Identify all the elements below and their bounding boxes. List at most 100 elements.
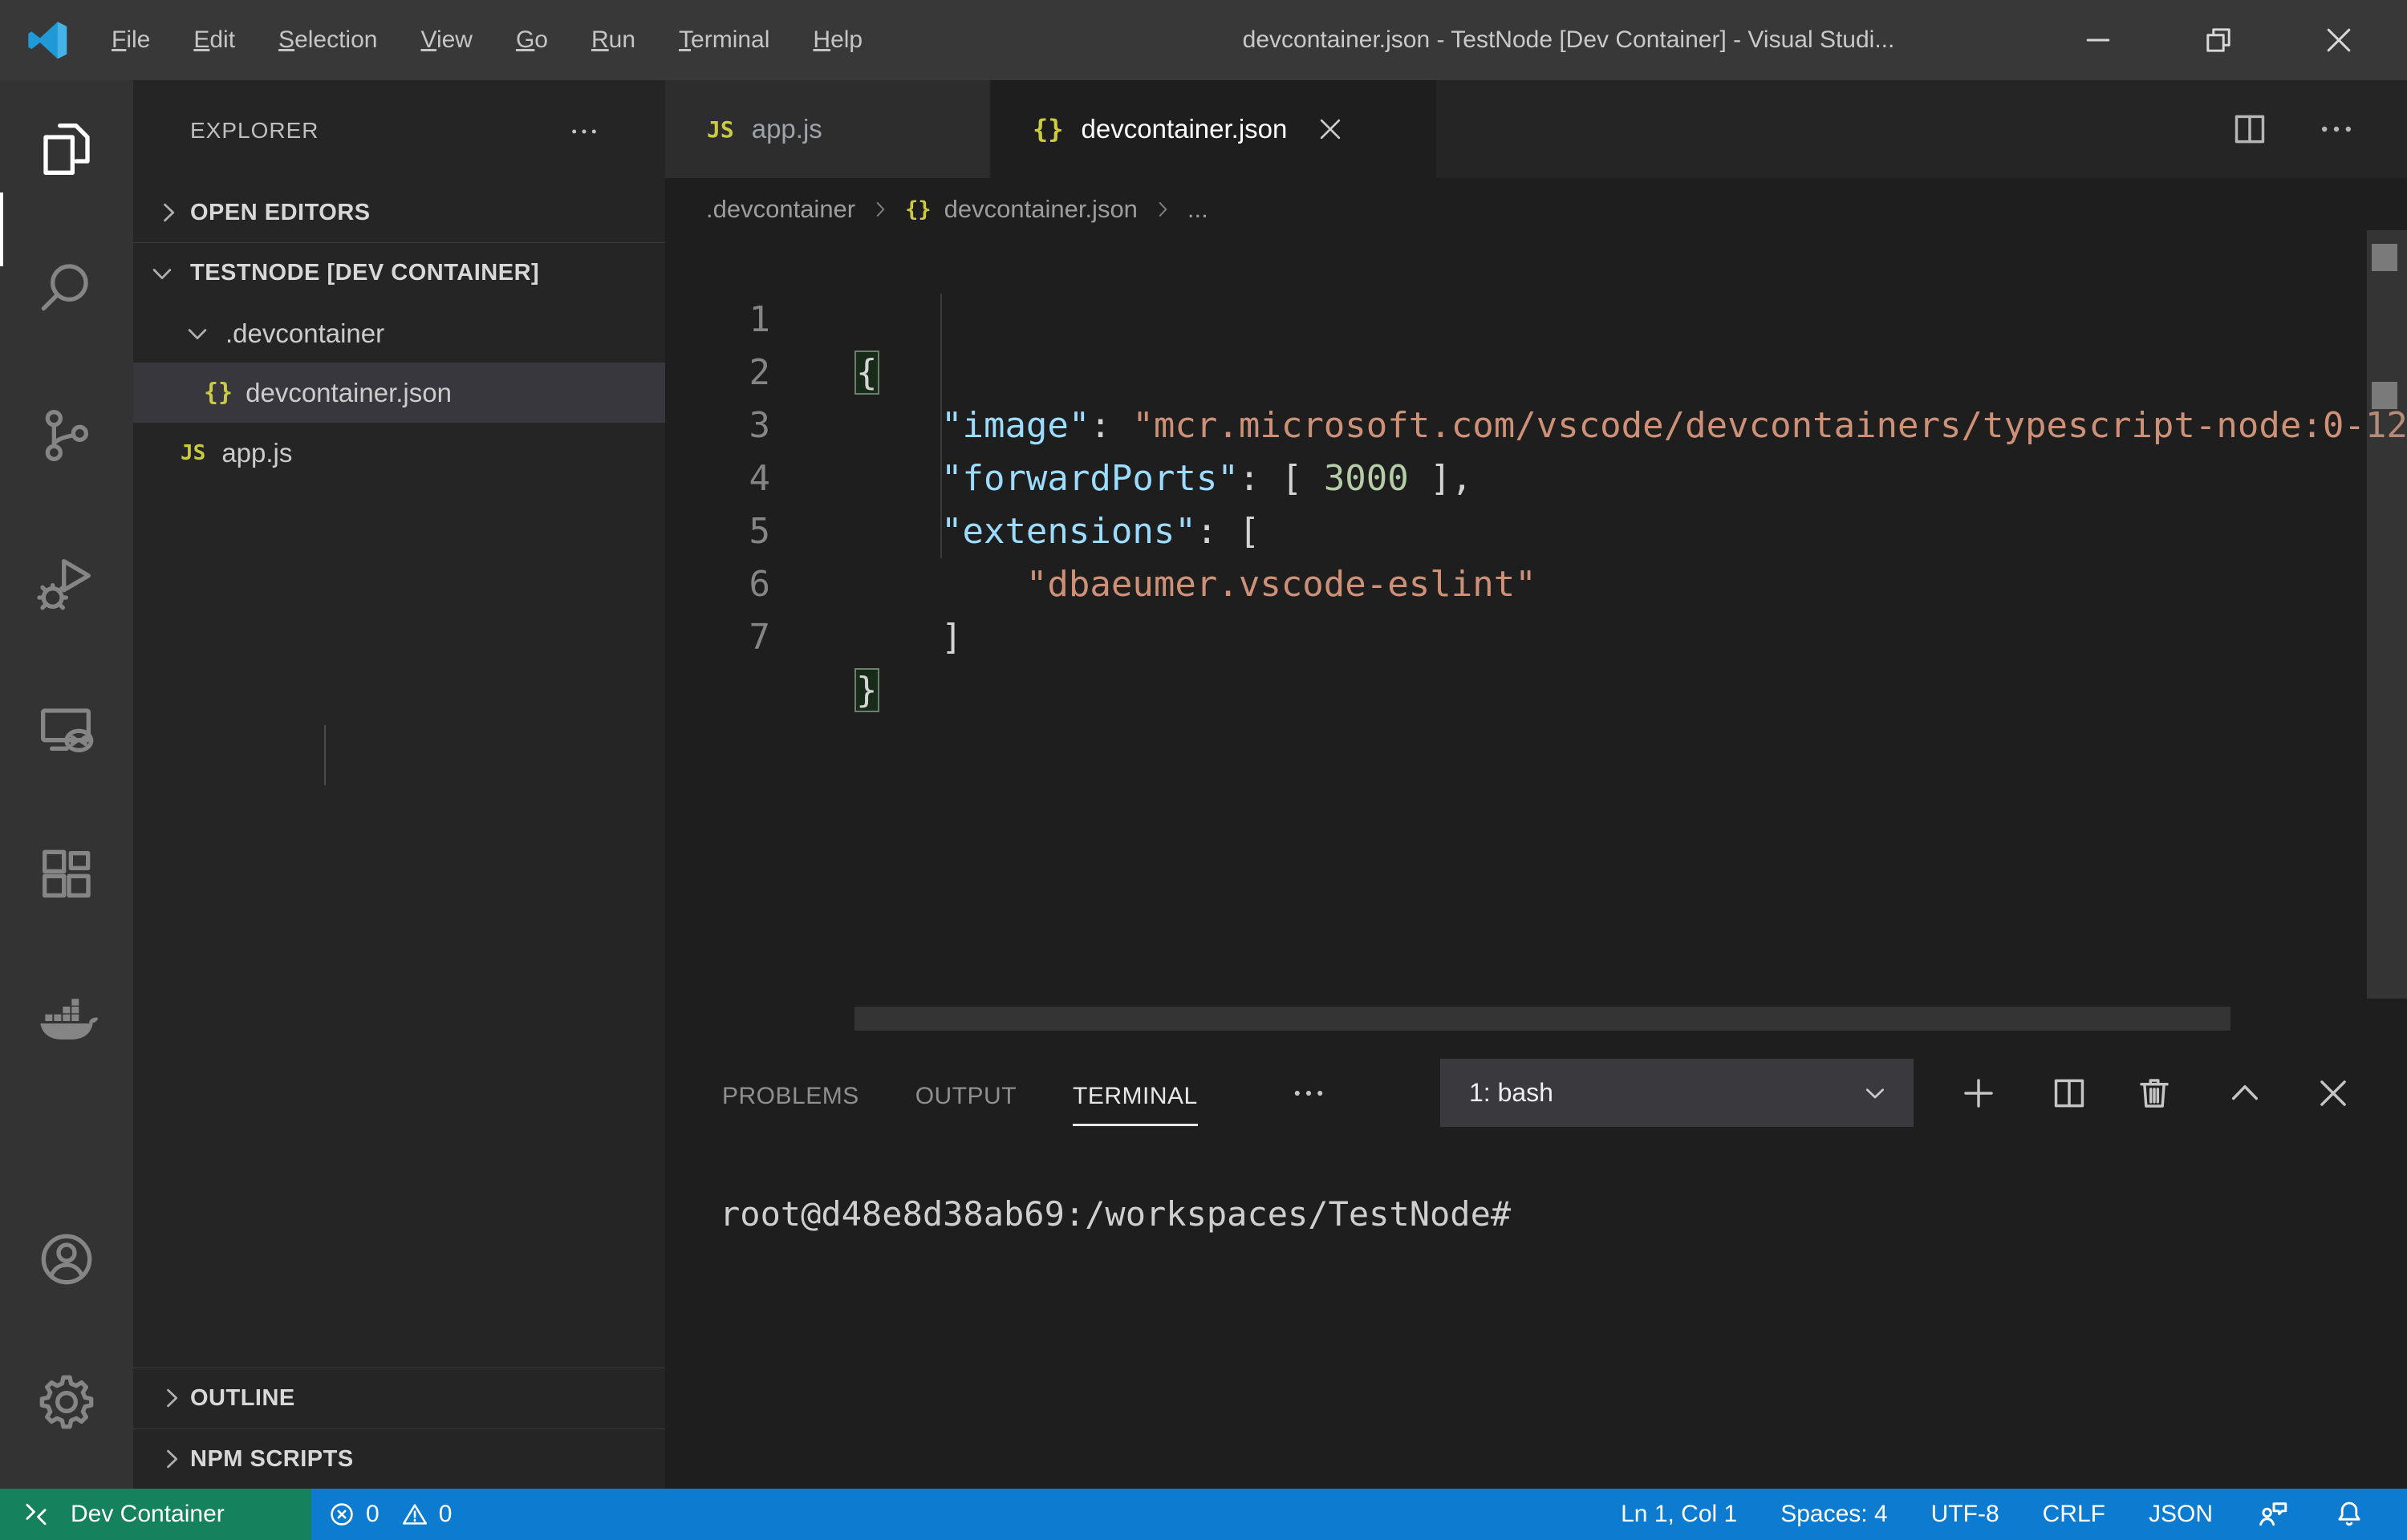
tree-item-app-js[interactable]: JS app.js <box>133 423 665 483</box>
docker-icon[interactable] <box>35 987 99 1051</box>
overview-ruler-mark <box>2372 244 2397 271</box>
close-window-button[interactable] <box>2279 0 2399 80</box>
terminal-prompt[interactable]: root@d48e8d38ab69:/workspaces/TestNode# <box>720 1194 1511 1234</box>
vscode-window: File Edit Selection View Go Run Terminal… <box>0 0 2407 1540</box>
tab-devcontainer-json[interactable]: {} devcontainer.json <box>991 80 1436 178</box>
extensions-icon[interactable] <box>35 841 99 906</box>
tab-label: app.js <box>752 114 822 144</box>
more-actions-icon[interactable] <box>2317 110 2356 148</box>
section-workspace[interactable]: TESTNODE [DEV CONTAINER] <box>133 243 665 303</box>
panel-more-actions-icon[interactable] <box>1290 1075 1327 1112</box>
remote-indicator[interactable]: Dev Container <box>0 1489 311 1540</box>
status-right-group: Ln 1, Col 1 Spaces: 4 UTF-8 CRLF JSON <box>1621 1489 2365 1540</box>
minimize-button[interactable] <box>2038 0 2158 80</box>
menu-edit[interactable]: Edit <box>172 22 257 59</box>
close-icon <box>2321 22 2356 58</box>
section-open-editors[interactable]: OPEN EDITORS <box>133 183 665 242</box>
settings-gear-icon[interactable] <box>35 1370 99 1434</box>
open-editors-label: OPEN EDITORS <box>190 200 371 226</box>
tree-item-devcontainer-folder[interactable]: .devcontainer <box>133 303 665 363</box>
code-editor[interactable]: 1 { 2 "image": "mcr.microsoft.com/vscode… <box>665 241 2407 611</box>
line-col-indicator[interactable]: Ln 1, Col 1 <box>1621 1501 1737 1528</box>
warning-count: 0 <box>439 1501 453 1528</box>
editor-tab-bar: JS app.js {} devcontainer.json <box>665 80 2407 178</box>
breadcrumb-folder[interactable]: .devcontainer <box>706 195 855 224</box>
notifications-bell-icon[interactable] <box>2333 1498 2365 1530</box>
indent-guide <box>940 294 942 558</box>
json-file-icon: {} <box>204 379 233 407</box>
menu-view[interactable]: View <box>399 22 493 59</box>
chevron-right-icon <box>157 1384 186 1412</box>
code-line: 2 "image": "mcr.microsoft.com/vscode/dev… <box>665 294 2407 346</box>
run-debug-icon[interactable] <box>35 553 99 617</box>
window-title: devcontainer.json - TestNode [Dev Contai… <box>1075 0 2062 80</box>
vscode-logo-icon <box>24 17 71 63</box>
sidebar-more-actions-icon[interactable] <box>566 116 603 148</box>
source-control-icon[interactable] <box>35 403 99 468</box>
terminal-instance-select[interactable]: 1: bash <box>1440 1059 1914 1127</box>
code-token: ] <box>856 617 962 658</box>
tab-app-js[interactable]: JS app.js <box>665 80 991 178</box>
split-terminal-icon[interactable] <box>2048 1072 2090 1114</box>
npm-scripts-label: NPM SCRIPTS <box>190 1446 354 1473</box>
close-tab-icon[interactable] <box>1314 113 1346 145</box>
active-view-indicator <box>0 192 3 266</box>
error-count: 0 <box>366 1501 380 1528</box>
chevron-down-icon <box>183 319 212 348</box>
language-indicator[interactable]: JSON <box>2149 1501 2213 1528</box>
menu-run[interactable]: Run <box>570 22 657 59</box>
remote-label: Dev Container <box>71 1501 225 1528</box>
error-icon <box>327 1500 356 1529</box>
menu-selection[interactable]: Selection <box>257 22 399 59</box>
explorer-icon[interactable] <box>35 117 99 181</box>
chevron-down-icon <box>148 259 177 288</box>
indent-guide <box>324 725 326 785</box>
tab-problems[interactable]: PROBLEMS <box>722 1060 859 1126</box>
code-line: 1 { <box>665 241 2407 294</box>
horizontal-scrollbar[interactable] <box>854 1007 2230 1031</box>
indentation-indicator[interactable]: Spaces: 4 <box>1780 1501 1887 1528</box>
json-file-icon: {} <box>1033 114 1064 144</box>
tab-terminal[interactable]: TERMINAL <box>1073 1060 1198 1126</box>
menu-file[interactable]: File <box>90 22 172 59</box>
chevron-down-icon <box>1859 1077 1891 1109</box>
problems-indicator[interactable]: 0 0 <box>327 1489 452 1540</box>
editor-actions <box>2229 80 2356 178</box>
menu-terminal[interactable]: Terminal <box>657 22 791 59</box>
eol-indicator[interactable]: CRLF <box>2043 1501 2105 1528</box>
restore-button[interactable] <box>2158 0 2279 80</box>
feedback-icon[interactable] <box>2256 1497 2290 1531</box>
tab-output[interactable]: OUTPUT <box>915 1060 1017 1126</box>
section-npm-scripts[interactable]: NPM SCRIPTS <box>133 1429 665 1489</box>
breadcrumb: .devcontainer {} devcontainer.json ... <box>706 178 2391 241</box>
section-outline[interactable]: OUTLINE <box>133 1368 665 1428</box>
split-editor-icon[interactable] <box>2229 108 2271 150</box>
line-number: 7 <box>665 611 770 664</box>
close-panel-icon[interactable] <box>2312 1072 2354 1114</box>
outline-label: OUTLINE <box>190 1385 295 1412</box>
file-name: devcontainer.json <box>246 378 452 408</box>
search-icon[interactable] <box>35 257 99 321</box>
accounts-icon[interactable] <box>35 1227 99 1291</box>
code-line: 4 "extensions": [ <box>665 399 2407 452</box>
maximize-panel-icon[interactable] <box>2224 1072 2266 1114</box>
status-bar: Dev Container 0 0 Ln 1, Col 1 Spaces: 4 … <box>0 1489 2407 1540</box>
title-bar: File Edit Selection View Go Run Terminal… <box>0 0 2407 80</box>
warning-icon <box>400 1500 429 1529</box>
breadcrumb-more[interactable]: ... <box>1187 195 1208 224</box>
encoding-indicator[interactable]: UTF-8 <box>1931 1501 1999 1528</box>
remote-explorer-icon[interactable] <box>35 698 99 762</box>
menu-help[interactable]: Help <box>791 22 884 59</box>
terminal-instance-label: 1: bash <box>1469 1078 1859 1108</box>
kill-terminal-trash-icon[interactable] <box>2133 1072 2175 1114</box>
menu-go[interactable]: Go <box>494 22 570 59</box>
js-file-icon: JS <box>707 116 734 143</box>
remote-icon <box>21 1499 51 1530</box>
breadcrumb-file[interactable]: devcontainer.json <box>944 195 1138 224</box>
overview-ruler-mark <box>2372 382 2397 409</box>
new-terminal-icon[interactable] <box>1958 1072 1999 1114</box>
file-name: app.js <box>221 438 292 468</box>
tree-item-devcontainer-json[interactable]: {} devcontainer.json <box>133 363 665 423</box>
vertical-scrollbar[interactable] <box>2367 230 2407 999</box>
code-token: } <box>856 670 878 711</box>
